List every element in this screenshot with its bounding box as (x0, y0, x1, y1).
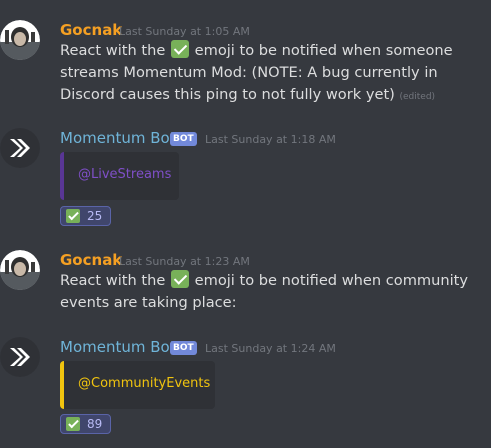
reaction-count: 25 (87, 209, 103, 223)
avatar[interactable] (0, 337, 40, 377)
message-timestamp: Last Sunday at 1:24 AM (205, 342, 336, 355)
avatar[interactable] (0, 250, 40, 290)
message-content: React with the emoji to be notified when… (60, 270, 485, 314)
reaction-check[interactable]: 25 (60, 206, 111, 226)
message-timestamp: Last Sunday at 1:18 AM (205, 133, 336, 146)
embed: @CommunityEvents (60, 361, 215, 409)
author-name[interactable]: Gocnak (60, 251, 122, 269)
avatar[interactable] (0, 20, 40, 60)
message-text-before: React with the (60, 42, 166, 59)
white-check-mark-icon (170, 40, 189, 58)
edited-label: (edited) (399, 92, 436, 102)
author-name[interactable]: Momentum Bot (60, 129, 176, 147)
white-check-mark-icon (66, 417, 80, 431)
reaction-check[interactable]: 89 (60, 414, 111, 434)
message-content: React with the emoji to be notified when… (60, 40, 485, 108)
embed-mention[interactable]: @CommunityEvents (76, 376, 212, 391)
author-name[interactable]: Gocnak (60, 21, 122, 39)
author-name[interactable]: Momentum Bot (60, 338, 176, 356)
message-timestamp: Last Sunday at 1:23 AM (119, 255, 250, 268)
avatar[interactable] (0, 128, 40, 168)
embed: @LiveStreams (60, 152, 179, 200)
white-check-mark-icon (170, 270, 189, 288)
bot-badge: BOT (170, 341, 197, 355)
message-timestamp: Last Sunday at 1:05 AM (119, 25, 250, 38)
reaction-count: 89 (87, 417, 103, 431)
embed-mention[interactable]: @LiveStreams (76, 167, 173, 182)
message-text-before: React with the (60, 272, 166, 289)
white-check-mark-icon (66, 209, 80, 223)
bot-badge: BOT (170, 132, 197, 146)
